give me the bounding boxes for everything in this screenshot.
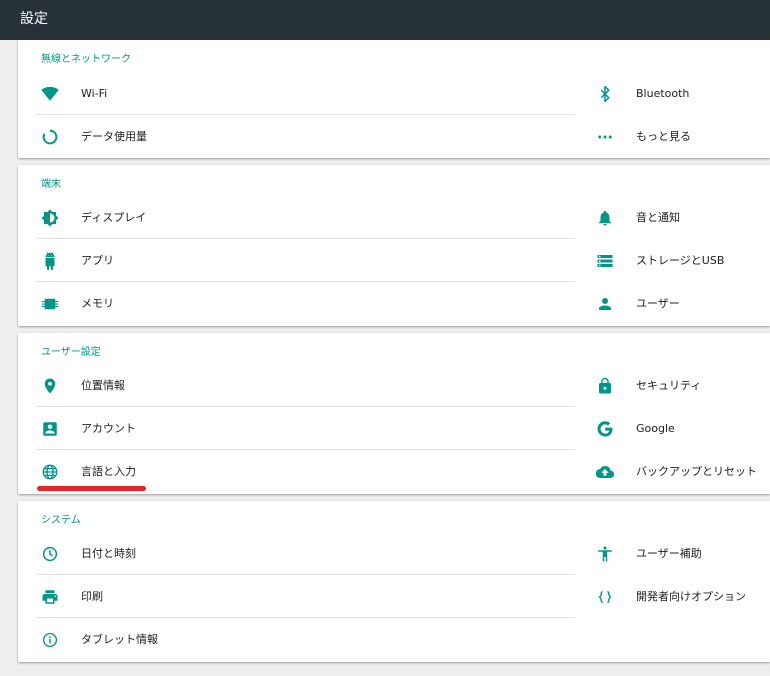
- cloud-upload-icon: [596, 463, 614, 481]
- section-title-wireless: 無線とネットワーク: [41, 54, 131, 65]
- account-box-icon: [41, 420, 59, 438]
- setting-apps[interactable]: アプリ: [36, 239, 575, 282]
- lock-icon: [596, 377, 614, 395]
- app-title: 設定: [20, 11, 48, 27]
- section-personal: ユーザー設定 位置情報 セキュリティ アカウント Google 言語と入力 バッ…: [18, 333, 770, 494]
- setting-label: アカウント: [81, 422, 136, 435]
- setting-sound[interactable]: 音と通知: [591, 196, 770, 239]
- setting-data-usage[interactable]: データ使用量: [36, 115, 575, 158]
- person-icon: [596, 295, 614, 313]
- setting-memory[interactable]: メモリ: [36, 282, 575, 325]
- highlight-underline: [37, 486, 146, 491]
- info-icon: [41, 631, 59, 649]
- setting-printing[interactable]: 印刷: [36, 575, 575, 618]
- setting-google[interactable]: Google: [591, 407, 770, 450]
- setting-location[interactable]: 位置情報: [36, 364, 575, 407]
- setting-label: 印刷: [81, 590, 103, 603]
- setting-label: Bluetooth: [636, 87, 690, 100]
- data-usage-icon: [41, 128, 59, 146]
- setting-label: セキュリティ: [636, 379, 702, 392]
- wifi-icon: [41, 85, 59, 103]
- setting-backup[interactable]: バックアップとリセット: [591, 450, 770, 493]
- globe-icon: [41, 463, 59, 481]
- section-wireless: 無線とネットワーク Wi-Fi Bluetooth データ使用量 もっと見る: [18, 40, 770, 158]
- printer-icon: [41, 588, 59, 606]
- bell-icon: [596, 209, 614, 227]
- setting-label: ディスプレイ: [81, 211, 147, 224]
- accessibility-icon: [596, 545, 614, 563]
- setting-label: Google: [636, 422, 675, 435]
- setting-accessibility[interactable]: ユーザー補助: [591, 532, 770, 575]
- section-device: 端末 ディスプレイ 音と通知 アプリ ストレージとUSB メモリ ユーザー: [18, 165, 770, 326]
- memory-icon: [41, 295, 59, 313]
- setting-label: 音と通知: [636, 211, 680, 224]
- setting-label: ユーザー補助: [636, 547, 702, 560]
- setting-label: 日付と時刻: [81, 547, 136, 560]
- section-title-personal: ユーザー設定: [41, 347, 101, 358]
- setting-label: バックアップとリセット: [636, 465, 757, 478]
- location-pin-icon: [41, 377, 59, 395]
- setting-datetime[interactable]: 日付と時刻: [36, 532, 575, 575]
- google-g-icon: [596, 420, 614, 438]
- storage-icon: [596, 252, 614, 270]
- setting-label: データ使用量: [81, 130, 147, 143]
- setting-users[interactable]: ユーザー: [591, 282, 770, 325]
- setting-accounts[interactable]: アカウント: [36, 407, 575, 450]
- section-title-system: システム: [41, 515, 81, 526]
- more-horizontal-icon: [596, 128, 614, 146]
- setting-label: 開発者向けオプション: [636, 590, 746, 603]
- setting-label: 位置情報: [81, 379, 125, 392]
- setting-label: タブレット情報: [81, 633, 158, 646]
- setting-label: もっと見る: [636, 130, 691, 143]
- setting-about[interactable]: タブレット情報: [36, 618, 575, 661]
- clock-icon: [41, 545, 59, 563]
- code-braces-icon: [596, 588, 614, 606]
- setting-label: ストレージとUSB: [636, 254, 725, 267]
- brightness-icon: [41, 209, 59, 227]
- setting-developer[interactable]: 開発者向けオプション: [591, 575, 770, 618]
- section-system: システム 日付と時刻 ユーザー補助 印刷 開発者向けオプション タブレット情報: [18, 501, 770, 662]
- setting-label: アプリ: [81, 254, 114, 267]
- setting-security[interactable]: セキュリティ: [591, 364, 770, 407]
- setting-more[interactable]: もっと見る: [591, 115, 770, 158]
- setting-wifi[interactable]: Wi-Fi: [36, 72, 575, 115]
- bluetooth-icon: [596, 85, 614, 103]
- setting-label: Wi-Fi: [81, 87, 108, 100]
- setting-storage[interactable]: ストレージとUSB: [591, 239, 770, 282]
- setting-bluetooth[interactable]: Bluetooth: [591, 72, 770, 115]
- section-title-device: 端末: [41, 179, 61, 190]
- app-bar: 設定: [0, 0, 770, 40]
- setting-label: ユーザー: [636, 297, 680, 310]
- setting-label: メモリ: [81, 297, 114, 310]
- android-icon: [41, 252, 59, 270]
- setting-display[interactable]: ディスプレイ: [36, 196, 575, 239]
